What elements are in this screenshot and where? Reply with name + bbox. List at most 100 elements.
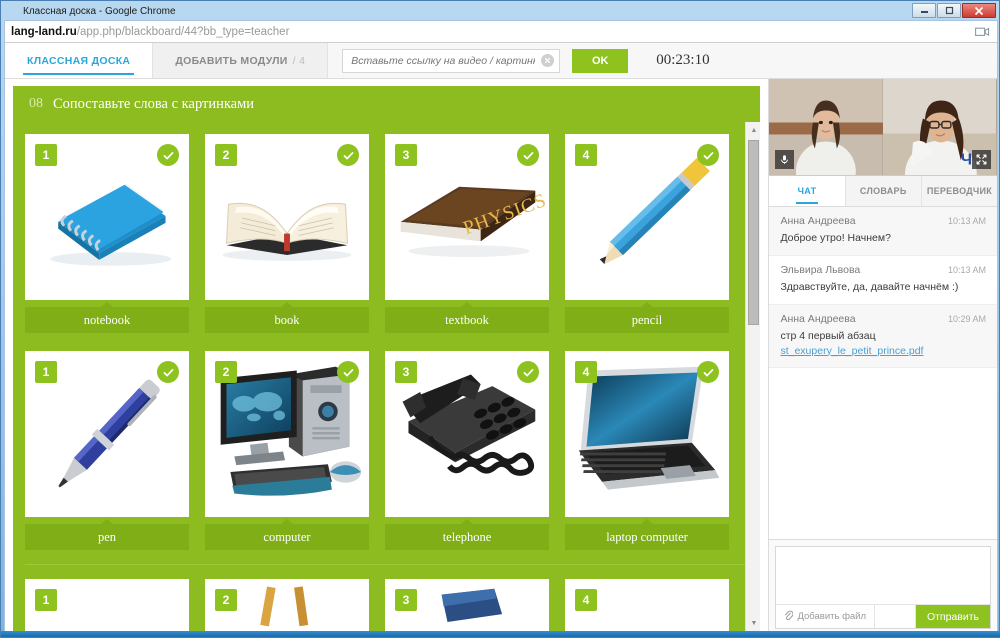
close-button[interactable]	[962, 3, 996, 18]
board-scrollbar[interactable]: ▲ ▼	[745, 122, 761, 631]
chat-message: Эльвира Львова 10:13 AM Здравствуйте, да…	[769, 256, 997, 306]
tab-chat[interactable]: ЧАТ	[769, 176, 846, 206]
card-row-partial: 1 2 3 4	[25, 564, 746, 631]
card-image[interactable]: 4	[565, 351, 729, 517]
exercise-board: 1 notebook 2 book 3 PHYSICS textbook 4 p…	[13, 122, 761, 631]
chat-message-time: 10:29 AM	[947, 314, 986, 325]
check-icon[interactable]	[337, 144, 359, 166]
card-book[interactable]: 2 book	[205, 134, 369, 333]
window-titlebar: Классная доска - Google Chrome	[3, 3, 997, 19]
card-partial[interactable]: 3	[385, 579, 549, 631]
chat-message-text: стр 4 первый абзац	[780, 330, 876, 343]
card-image[interactable]: 3	[385, 579, 549, 631]
card-number-badge: 1	[35, 361, 57, 383]
ok-button[interactable]: OK	[572, 49, 629, 73]
tab-blackboard-label: КЛАССНАЯ ДОСКА	[27, 54, 131, 67]
card-number-badge: 2	[215, 361, 237, 383]
card-image[interactable]: 2	[205, 134, 369, 300]
tab-dictionary[interactable]: СЛОВАРЬ	[845, 176, 922, 206]
chat-message: Анна Андреева 10:13 AM Доброе утро! Начн…	[769, 207, 997, 257]
minimize-button[interactable]	[912, 3, 936, 18]
session-timer: 00:23:10	[656, 52, 710, 68]
maximize-button[interactable]	[937, 3, 961, 18]
card-image[interactable]: 3	[385, 134, 549, 300]
card-textbook[interactable]: 3 PHYSICS textbook	[385, 134, 549, 333]
card-pencil[interactable]: 4 pencil	[565, 134, 729, 333]
card-image[interactable]: 1	[25, 134, 189, 300]
card-notebook[interactable]: 1 notebook	[25, 134, 189, 333]
sidebar-panel: Ч ЧАТ СЛОВАРЬ ПЕРЕВОДЧИК Анна Андреева 1…	[768, 79, 997, 635]
card-number-badge: 3	[395, 361, 417, 383]
send-button[interactable]: Отправить	[916, 605, 990, 628]
url-text: lang-land.ru/app.php/blackboard/44?bb_ty…	[11, 26, 289, 38]
card-image[interactable]: 1	[25, 351, 189, 517]
card-image[interactable]: 2	[205, 351, 369, 517]
tab-dictionary-label: СЛОВАРЬ	[859, 186, 907, 196]
card-pen[interactable]: 1 pen	[25, 351, 189, 550]
board-scrollbar-thumb[interactable]	[748, 140, 760, 325]
card-label: computer	[205, 519, 369, 550]
tab-add-modules[interactable]: ДОБАВИТЬ МОДУЛИ / 4	[153, 43, 329, 78]
url-domain: lang-land.ru	[11, 25, 77, 38]
card-image[interactable]: 3	[385, 351, 549, 517]
check-icon[interactable]	[697, 144, 719, 166]
card-number-badge: 4	[575, 361, 597, 383]
scroll-down-icon[interactable]: ▼	[746, 615, 760, 631]
card-image[interactable]: 4	[565, 579, 729, 631]
video-call-panel[interactable]: Ч	[769, 79, 997, 176]
fullscreen-icon[interactable]	[972, 150, 992, 169]
exercise-header: 08 Сопоставьте слова с картинками	[13, 86, 761, 122]
paperclip-icon	[784, 610, 794, 624]
browser-url-bar[interactable]: lang-land.ru/app.php/blackboard/44?bb_ty…	[5, 21, 997, 43]
card-partial[interactable]: 1	[25, 579, 189, 631]
card-row: 1	[25, 134, 745, 333]
card-number-badge: 3	[395, 589, 417, 611]
tab-blackboard[interactable]: КЛАССНАЯ ДОСКА	[5, 43, 154, 78]
card-image[interactable]: 2	[205, 579, 369, 631]
check-icon[interactable]	[517, 361, 539, 383]
chat-message-header: Анна Андреева 10:13 AM	[780, 215, 986, 227]
card-image[interactable]: 4	[565, 134, 729, 300]
tab-add-modules-count: / 4	[292, 54, 306, 67]
card-row: 1	[25, 351, 745, 550]
chat-message-text: Доброе утро! Начнем?	[780, 232, 891, 244]
card-label: laptop computer	[565, 519, 729, 550]
card-laptop-computer[interactable]: 4 laptop computer	[565, 351, 729, 550]
chat-message-attachment-link[interactable]: st_exupery_le_petit_prince.pdf	[780, 345, 986, 357]
scroll-up-icon[interactable]: ▲	[746, 122, 760, 138]
card-number-badge: 3	[395, 144, 417, 166]
chat-message-time: 10:13 AM	[947, 216, 986, 226]
check-icon[interactable]	[157, 361, 179, 383]
card-image[interactable]: 1	[25, 579, 189, 631]
main-area: 08 Сопоставьте слова с картинками 1 note…	[5, 79, 997, 635]
microphone-icon[interactable]	[775, 150, 795, 169]
video-local[interactable]	[769, 79, 884, 175]
window-controls	[912, 3, 996, 18]
chat-composer-bar: Добавить файл Отправить	[776, 604, 990, 628]
card-telephone[interactable]: 3 telephone	[385, 351, 549, 550]
card-number-badge: 4	[575, 589, 597, 611]
chat-message-text: Здравствуйте, да, давайте начнём :)	[780, 281, 959, 294]
attach-file-button[interactable]: Добавить файл	[776, 605, 876, 628]
board-scroll-content: 1 notebook 2 book 3 PHYSICS textbook 4 p…	[13, 122, 746, 631]
video-remote[interactable]: Ч	[883, 79, 997, 175]
video-camera-icon[interactable]	[975, 25, 990, 37]
check-icon[interactable]	[517, 144, 539, 166]
tab-translator[interactable]: ПЕРЕВОДЧИК	[921, 176, 997, 206]
app-toolbar: КЛАССНАЯ ДОСКА ДОБАВИТЬ МОДУЛИ / 4 OK 00…	[5, 43, 997, 79]
chat-input[interactable]	[776, 547, 990, 599]
chat-message-time: 10:13 AM	[947, 265, 986, 276]
check-icon[interactable]	[157, 144, 179, 166]
check-icon[interactable]	[697, 361, 719, 383]
card-number-badge: 1	[35, 589, 57, 611]
check-icon[interactable]	[337, 361, 359, 383]
card-computer[interactable]: 2 computer	[205, 351, 369, 550]
card-partial[interactable]: 2	[205, 579, 369, 631]
card-label: pen	[25, 519, 189, 550]
card-label: telephone	[385, 519, 549, 550]
attach-file-label: Добавить файл	[797, 611, 867, 622]
chat-message-author: Анна Андреева	[780, 313, 856, 326]
link-input[interactable]	[342, 48, 561, 73]
chat-message-list[interactable]: Анна Андреева 10:13 AM Доброе утро! Начн…	[769, 207, 997, 539]
card-partial[interactable]: 4	[565, 579, 729, 631]
